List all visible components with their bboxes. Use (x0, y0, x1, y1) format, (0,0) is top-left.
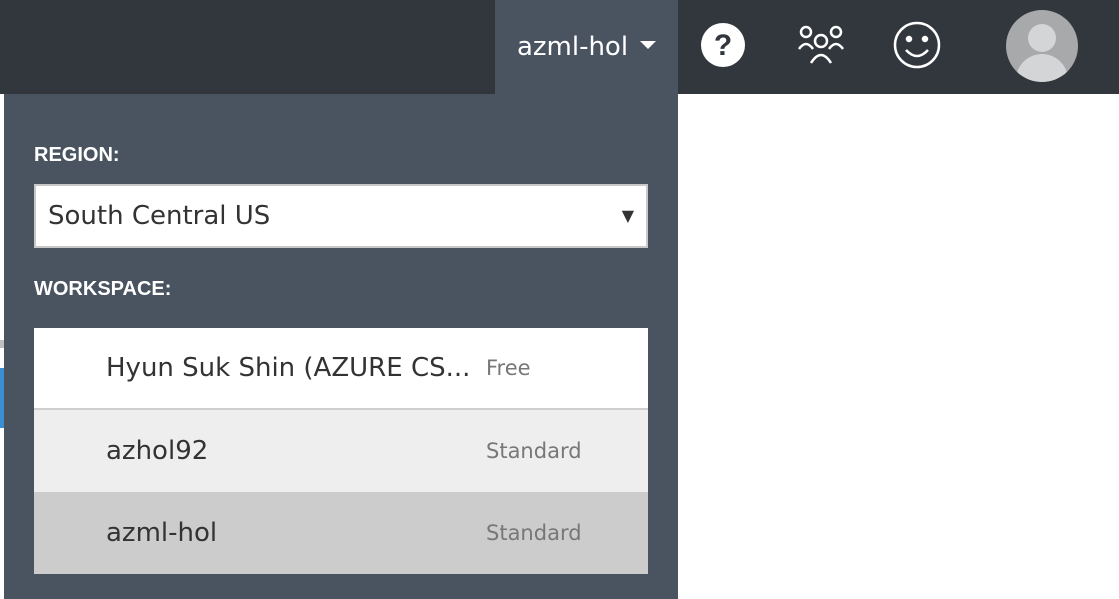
workspace-tier: Free (486, 356, 531, 380)
svg-text:?: ? (714, 29, 732, 62)
workspace-label: WORKSPACE: (34, 278, 172, 300)
region-label: REGION: (34, 144, 120, 166)
workspace-row[interactable]: azhol92 Standard (34, 410, 648, 492)
workspace-tier: Standard (486, 439, 582, 463)
workspace-dropdown-panel: REGION: South Central US ▼ WORKSPACE: Hy… (4, 94, 678, 599)
avatar-body (1016, 54, 1068, 82)
workspace-switcher-label: azml-hol (516, 32, 629, 62)
workspace-name: Hyun Suk Shin (AZURE CS... (106, 353, 471, 383)
workspace-row-selected[interactable]: azml-hol Standard (34, 492, 648, 574)
region-select-value: South Central US (48, 201, 271, 231)
workspace-name: azhol92 (106, 436, 209, 466)
caret-down-icon (640, 41, 657, 49)
workspace-tier: Standard (486, 521, 582, 545)
smile-icon[interactable] (892, 20, 942, 70)
workspace-row[interactable]: Hyun Suk Shin (AZURE CS... Free (34, 328, 648, 410)
region-select[interactable]: South Central US ▼ (34, 184, 648, 248)
workspace-switcher[interactable]: azml-hol (495, 0, 678, 94)
people-icon[interactable] (796, 20, 846, 70)
help-icon[interactable]: ? (698, 20, 748, 70)
workspace-list: Hyun Suk Shin (AZURE CS... Free azhol92 … (34, 328, 648, 574)
workspace-name: azml-hol (106, 518, 218, 548)
avatar-head (1028, 24, 1056, 52)
top-bar: azml-hol ? (0, 0, 1119, 94)
user-avatar[interactable] (1006, 10, 1078, 82)
dropdown-arrow-icon: ▼ (621, 206, 634, 225)
